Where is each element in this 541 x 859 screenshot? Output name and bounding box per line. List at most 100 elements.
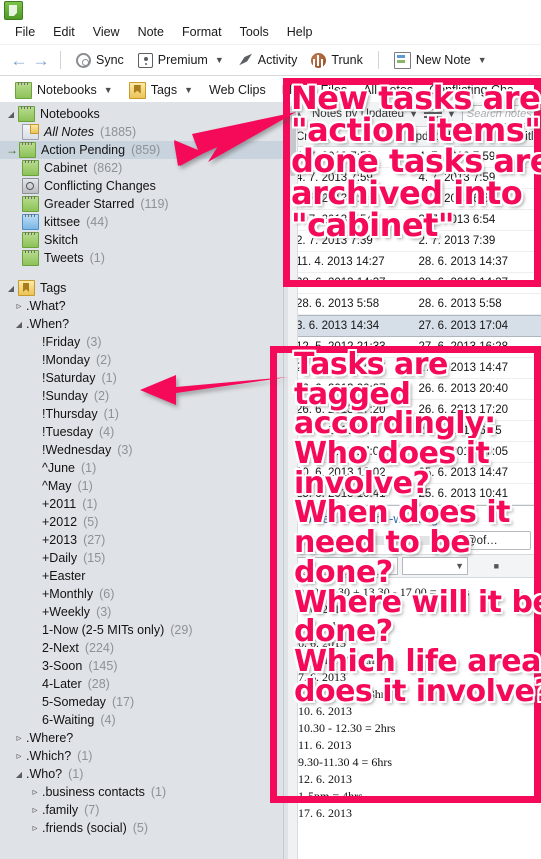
twisty-open-icon[interactable] <box>12 770 26 779</box>
sidebar-tag-item[interactable]: +2012 (5) <box>0 513 283 531</box>
sidebar-tag-label: .What? <box>26 299 66 313</box>
sidebar-tag-item[interactable]: .business contacts (1) <box>0 783 283 801</box>
menu-view[interactable]: View <box>84 22 129 42</box>
notebook-icon <box>18 106 35 122</box>
sidebar-tag-item[interactable]: +2011 (1) <box>0 495 283 513</box>
twisty-closed-icon[interactable] <box>12 301 26 312</box>
sidebar-item-count: (862) <box>93 161 123 175</box>
sidebar-tag-label: 1-Now (2-5 MITs only) <box>42 623 165 637</box>
note-list-row[interactable]: 28. 6. 2013 5:58 28. 6. 2013 5:58 The… <box>288 294 541 315</box>
sidebar-tag-count: (6) <box>99 587 115 601</box>
sidebar-tag-item[interactable]: +2013 (27) <box>0 531 283 549</box>
sidebar-tag-item[interactable]: .Which? (1) <box>0 747 283 765</box>
twisty-closed-icon[interactable] <box>28 787 42 798</box>
sidebar-tag-item[interactable]: 2-Next (224) <box>0 639 283 657</box>
sidebar-tag-item[interactable]: ^June (1) <box>0 459 283 477</box>
sidebar-tag-item[interactable]: .friends (social) (5) <box>0 819 283 837</box>
sidebar-tag-item[interactable]: +Weekly (3) <box>0 603 283 621</box>
sync-button[interactable]: Sync <box>69 51 131 70</box>
menu-file[interactable]: File <box>6 22 44 42</box>
sidebar-tag-label: 4-Later <box>42 677 82 691</box>
shortcut-notebooks-label: Notebooks <box>37 83 97 97</box>
menu-format[interactable]: Format <box>173 22 231 42</box>
premium-button[interactable]: Premium ▼ <box>131 51 231 70</box>
sidebar-item-skitch[interactable]: Skitch <box>0 231 283 249</box>
sidebar-tag-item[interactable]: ^May (1) <box>0 477 283 495</box>
note-list-row[interactable]: 3. 6. 2013 14:34 27. 6. 2013 17:04 JUN… <box>288 315 541 337</box>
sidebar-item-kittsee[interactable]: kittsee (44) <box>0 213 283 231</box>
twisty-open-icon[interactable] <box>12 320 26 329</box>
sidebar-item-count: (1885) <box>100 125 137 139</box>
note-cell-updated: 28. 6. 2013 5:58 <box>418 298 502 310</box>
sidebar-tag-count: (2) <box>93 389 110 403</box>
conflict-notebook-icon <box>22 178 39 194</box>
sidebar-tag-count: (4) <box>100 713 116 727</box>
new-note-icon <box>393 51 411 69</box>
tag-icon <box>18 280 35 296</box>
sidebar-tag-count: (3) <box>96 605 112 619</box>
twisty-closed-icon[interactable] <box>28 805 42 816</box>
back-arrow-icon[interactable]: ← <box>8 49 30 71</box>
forward-arrow-icon[interactable]: → <box>30 49 52 71</box>
premium-label: Premium <box>157 53 208 67</box>
sidebar-tag-count: (3) <box>117 443 133 457</box>
sidebar-tag-item[interactable]: +Easter <box>0 567 283 585</box>
sidebar-section-tags[interactable]: Tags <box>0 279 283 297</box>
twisty-closed-icon[interactable] <box>28 823 42 834</box>
activity-button[interactable]: Activity <box>231 51 305 70</box>
sidebar-tag-item[interactable]: .Where? <box>0 729 283 747</box>
shortcut-tags-label: Tags <box>150 83 178 97</box>
sidebar-notebooks-label: Notebooks <box>40 107 100 121</box>
shortcut-notebooks[interactable]: Notebooks ▼ <box>8 79 120 102</box>
sidebar-tag-label: !Monday <box>42 353 90 367</box>
sidebar-tag-item[interactable]: 1-Now (2-5 MITs only) (29) <box>0 621 283 639</box>
sidebar-tag-item[interactable]: !Wednesday (3) <box>0 441 283 459</box>
trunk-button[interactable]: Trunk <box>304 51 370 70</box>
sidebar-tag-item[interactable]: 6-Waiting (4) <box>0 711 283 729</box>
sidebar-tag-count: (1) <box>77 749 93 763</box>
twisty-open-icon[interactable] <box>4 110 18 119</box>
shortcut-tags[interactable]: Tags ▼ <box>122 79 200 102</box>
sidebar-tag-count: (1) <box>82 497 98 511</box>
sidebar-tag-item[interactable]: !Monday (2) <box>0 351 283 369</box>
notebook-icon <box>15 81 32 99</box>
sidebar-tag-item[interactable]: +Monthly (6) <box>0 585 283 603</box>
menu-note[interactable]: Note <box>129 22 173 42</box>
sidebar-tag-label: 6-Waiting <box>42 713 95 727</box>
toolbar-divider <box>60 51 61 69</box>
twisty-closed-icon[interactable] <box>12 733 26 744</box>
sidebar-tag-item[interactable]: 3-Soon (145) <box>0 657 283 675</box>
sidebar-tag-count: (4) <box>98 425 115 439</box>
sidebar-tag-item[interactable]: !Tuesday (4) <box>0 423 283 441</box>
sidebar-item-greader-starred[interactable]: Greader Starred (119) <box>0 195 283 213</box>
chevron-down-icon-3: ▼ <box>103 85 113 95</box>
annotation-text-top: New tasks are "action items" done tasks … <box>291 79 541 244</box>
sidebar-tag-item[interactable]: .What? <box>0 297 283 315</box>
sidebar-tag-label: .family <box>42 803 79 817</box>
menu-edit[interactable]: Edit <box>44 22 84 42</box>
sidebar-tag-item[interactable]: 5-Someday (17) <box>0 693 283 711</box>
menu-help[interactable]: Help <box>278 22 322 42</box>
chevron-down-icon: ▼ <box>214 55 224 65</box>
sidebar-tag-item[interactable]: .Who? (1) <box>0 765 283 783</box>
all-notes-icon <box>22 124 39 140</box>
sidebar-tag-item[interactable]: .family (7) <box>0 801 283 819</box>
sidebar-tag-item[interactable]: !Thursday (1) <box>0 405 283 423</box>
sidebar-tag-item[interactable]: +Daily (15) <box>0 549 283 567</box>
sidebar-tag-count: (145) <box>88 659 118 673</box>
chevron-down-icon-4: ▼ <box>184 85 194 95</box>
new-note-button[interactable]: New Note ▼ <box>387 50 494 71</box>
twisty-closed-icon[interactable] <box>12 751 26 762</box>
sidebar-tag-item[interactable]: 4-Later (28) <box>0 675 283 693</box>
sidebar-item-tweets[interactable]: Tweets (1) <box>0 249 283 267</box>
sidebar-tag-item[interactable]: .When? <box>0 315 283 333</box>
twisty-open-icon-2[interactable] <box>4 284 18 293</box>
sidebar-tag-count: (17) <box>111 695 135 709</box>
sidebar-tag-item[interactable]: !Friday (3) <box>0 333 283 351</box>
menu-tools[interactable]: Tools <box>231 22 278 42</box>
sidebar-tag-label: +Daily <box>42 551 78 565</box>
shortcut-web-clips[interactable]: Web Clips <box>202 80 273 100</box>
annotation-arrow-to-saturday <box>140 375 288 405</box>
activity-icon <box>239 53 252 66</box>
